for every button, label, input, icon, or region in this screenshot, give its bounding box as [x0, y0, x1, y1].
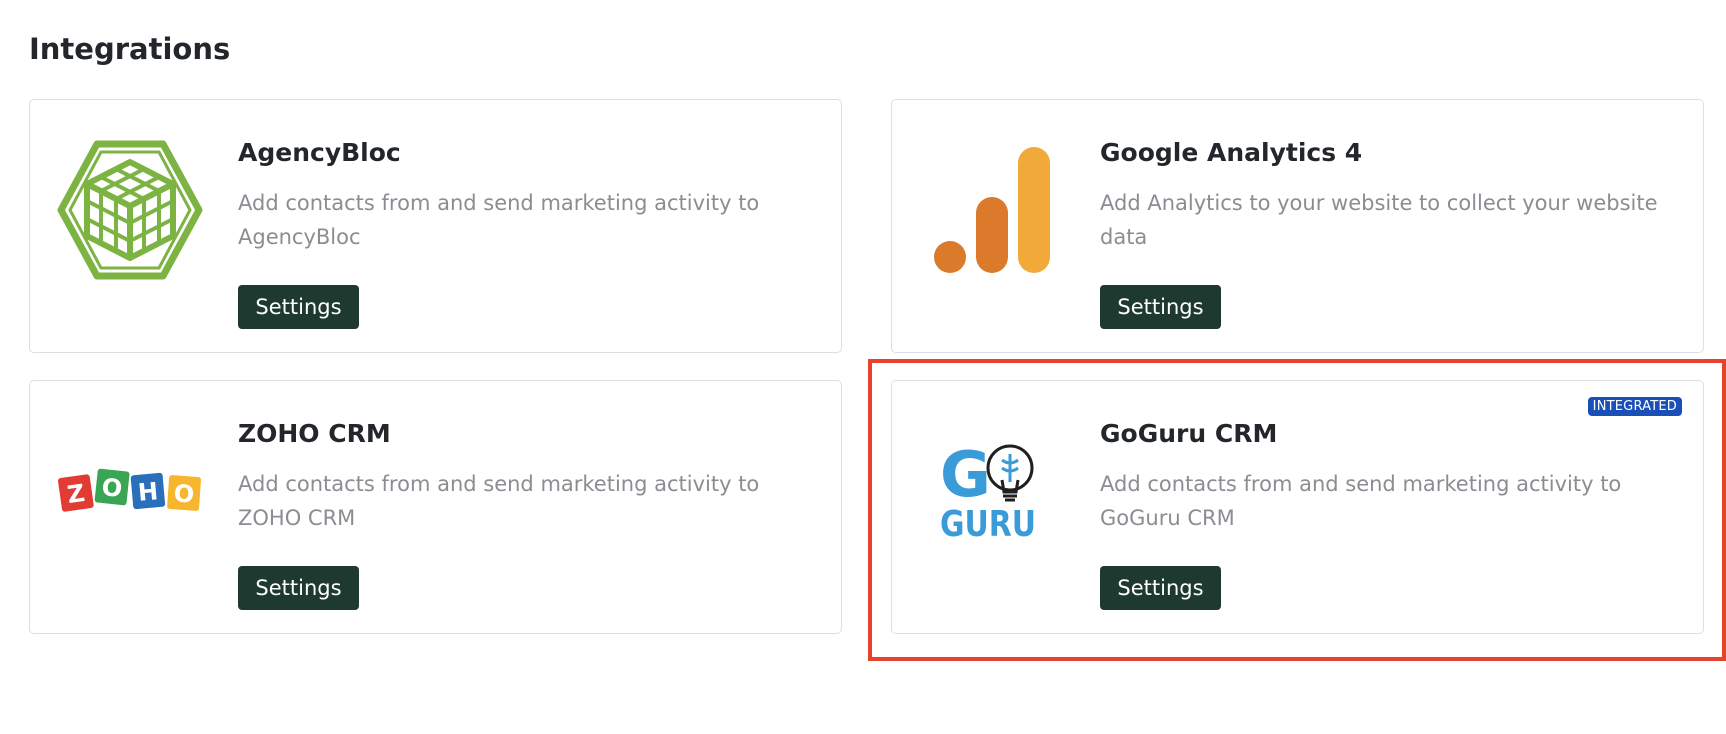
google-analytics-logo-icon [914, 140, 1070, 280]
agencybloc-logo-icon [52, 140, 208, 280]
svg-text:H: H [137, 477, 159, 507]
integration-description: Add contacts from and send marketing act… [238, 191, 760, 249]
integration-title: AgencyBloc [238, 138, 401, 167]
goguru-logo-icon: G GURU [914, 421, 1070, 561]
integration-title: Google Analytics 4 [1100, 138, 1363, 167]
integrated-badge: INTEGRATED [1587, 397, 1682, 416]
integration-card-agencybloc: AgencyBloc Add contacts from and send ma… [29, 99, 842, 353]
integration-title: ZOHO CRM [238, 419, 391, 448]
integration-description: Add Analytics to your website to collect… [1100, 191, 1658, 249]
svg-text:O: O [173, 479, 195, 508]
agencybloc-settings-button[interactable]: Settings [238, 285, 359, 329]
google-analytics-settings-button[interactable]: Settings [1100, 285, 1221, 329]
svg-text:O: O [100, 473, 123, 503]
integration-card-zoho-crm: Z O H O ZOHO CRM Add contacts from and s… [29, 380, 842, 634]
integration-title: GoGuru CRM [1100, 419, 1278, 448]
svg-text:GURU: GURU [940, 504, 1036, 545]
integration-card-goguru-crm: INTEGRATED G GURU GoGuru CRM Add contact… [891, 380, 1704, 634]
integration-description: Add contacts from and send marketing act… [1100, 472, 1622, 530]
svg-text:G: G [940, 438, 991, 511]
page-title: Integrations [29, 32, 231, 66]
integration-card-google-analytics: Google Analytics 4 Add Analytics to your… [891, 99, 1704, 353]
zoho-settings-button[interactable]: Settings [238, 566, 359, 610]
goguru-settings-button[interactable]: Settings [1100, 566, 1221, 610]
integration-description: Add contacts from and send marketing act… [238, 472, 760, 530]
zoho-logo-icon: Z O H O [52, 421, 208, 561]
